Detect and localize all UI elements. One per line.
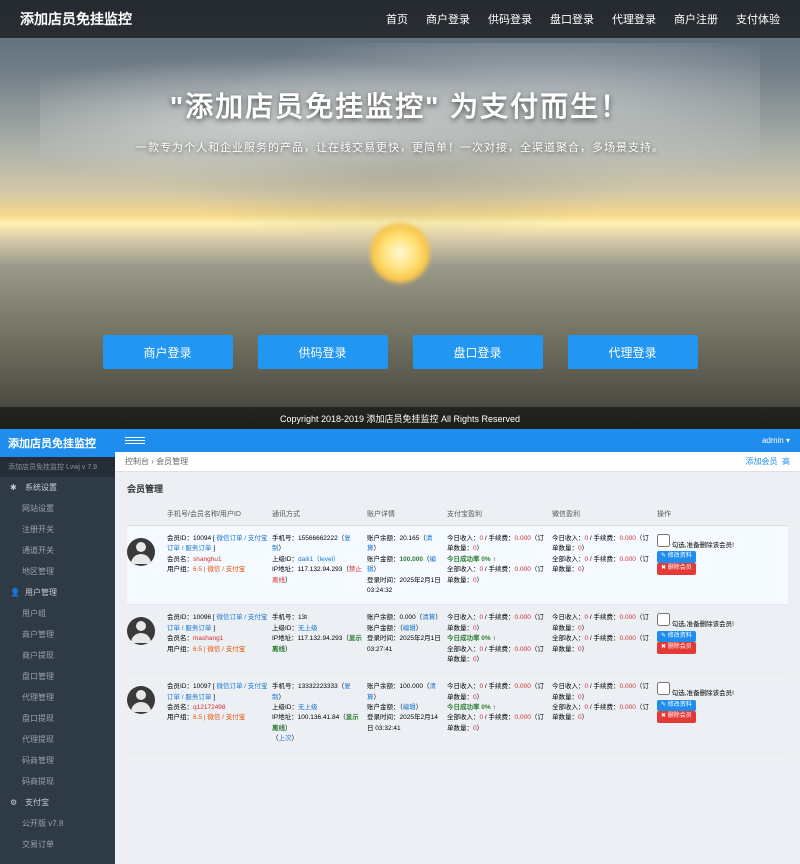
th-phone: 手机号/会员名称/用户ID — [167, 509, 272, 519]
table-row: 会员ID：10094 [ 微信订单 / 支付宝订单 / 服务订单 ] 会员名：s… — [127, 526, 788, 605]
main-area: admin ▾ 控制台 › 会员管理 添加会员 高 会员管理 手机号/会员名称/… — [115, 429, 800, 864]
avatar — [127, 686, 155, 714]
delete-button[interactable]: ✖ 删除会员 — [657, 711, 696, 723]
delete-checkbox[interactable] — [657, 613, 670, 626]
menu-register-toggle[interactable]: 注册开关 — [0, 519, 115, 540]
menu-public-v78[interactable]: 公开版 v7.8 — [0, 813, 115, 834]
delete-button[interactable]: ✖ 删除会员 — [657, 642, 696, 654]
nav-home[interactable]: 首页 — [386, 11, 408, 27]
topbar: admin ▾ — [115, 429, 800, 452]
breadcrumb: 控制台 › 会员管理 添加会员 高 — [115, 452, 800, 472]
nav-register[interactable]: 商户注册 — [674, 11, 718, 27]
nav-menu: 首页 商户登录 供码登录 盘口登录 代理登录 商户注册 支付体验 — [386, 11, 780, 27]
modify-button[interactable]: ✎ 修改资料 — [657, 551, 696, 563]
add-member-link[interactable]: 添加会员 高 — [746, 456, 790, 467]
menu-agent-manage[interactable]: 代理管理 — [0, 687, 115, 708]
delete-button[interactable]: ✖ 删除会员 — [657, 563, 696, 575]
table-row: 会员ID：10096 [ 微信订单 / 支付宝订单 / 服务订单 ] 会员名：m… — [127, 605, 788, 674]
hero-text: "添加店员免挂监控" 为支付而生！ 一款专为个人和企业服务的产品，让在线交易更快… — [0, 85, 800, 155]
crumb-current: 会员管理 — [156, 456, 188, 467]
nav-merchant-login[interactable]: 商户登录 — [426, 11, 470, 27]
btn-pankou-login[interactable]: 盘口登录 — [413, 335, 543, 369]
hamburger-icon[interactable] — [125, 437, 145, 444]
menu-user-manage[interactable]: 👤用户管理 — [0, 582, 115, 603]
avatar — [127, 617, 155, 645]
th-alipay: 支付宝盈利 — [447, 509, 552, 519]
user-icon: 👤 — [10, 588, 20, 597]
btn-agent-login[interactable]: 代理登录 — [568, 335, 698, 369]
admin-panel: 添加店员免挂监控 添加店员免挂监控 Lvwj v 7.9 ✱系统设置 网站设置 … — [0, 429, 800, 864]
panel-title: 会员管理 — [127, 482, 788, 495]
sidebar-user: 添加店员免挂监控 Lvwj v 7.9 — [0, 457, 115, 477]
menu-mashang-manage[interactable]: 码商管理 — [0, 750, 115, 771]
menu-site-settings[interactable]: 网站设置 — [0, 498, 115, 519]
crumb-home[interactable]: 控制台 — [125, 456, 149, 467]
menu-agent-withdraw[interactable]: 代理提现 — [0, 729, 115, 750]
modify-button[interactable]: ✎ 修改资料 — [657, 700, 696, 712]
cta-buttons: 商户登录 供码登录 盘口登录 代理登录 — [0, 335, 800, 369]
hero-subtitle: 一款专为个人和企业服务的产品，让在线交易更快，更简单！一次对接，全渠道聚合，多场… — [0, 139, 800, 155]
th-wechat: 微信盈利 — [552, 509, 657, 519]
avatar — [127, 538, 155, 566]
th-action: 操作 — [657, 509, 772, 519]
menu-region[interactable]: 地区管理 — [0, 561, 115, 582]
nav-agent-login[interactable]: 代理登录 — [612, 11, 656, 27]
content: 会员管理 手机号/会员名称/用户ID 通讯方式 账户详情 支付宝盈利 微信盈利 … — [115, 472, 800, 764]
gear-icon: ⚙ — [10, 798, 20, 807]
menu-user-group[interactable]: 用户组 — [0, 603, 115, 624]
btn-merchant-login[interactable]: 商户登录 — [103, 335, 233, 369]
modify-button[interactable]: ✎ 修改资料 — [657, 631, 696, 643]
topbar-user[interactable]: admin — [762, 436, 784, 445]
menu-channel-toggle[interactable]: 通道开关 — [0, 540, 115, 561]
sun-decoration — [370, 223, 430, 283]
delete-checkbox[interactable] — [657, 534, 670, 547]
delete-checkbox[interactable] — [657, 682, 670, 695]
menu-system-settings[interactable]: ✱系统设置 — [0, 477, 115, 498]
nav-pankou-login[interactable]: 盘口登录 — [550, 11, 594, 27]
table-head: 手机号/会员名称/用户ID 通讯方式 账户详情 支付宝盈利 微信盈利 操作 — [127, 503, 788, 526]
landing-hero: 添加店员免挂监控 首页 商户登录 供码登录 盘口登录 代理登录 商户注册 支付体… — [0, 0, 800, 429]
top-nav: 添加店员免挂监控 首页 商户登录 供码登录 盘口登录 代理登录 商户注册 支付体… — [0, 0, 800, 38]
menu-alipay[interactable]: ⚙支付宝 — [0, 792, 115, 813]
btn-supply-login[interactable]: 供码登录 — [258, 335, 388, 369]
menu-merchant-manage[interactable]: 商户管理 — [0, 624, 115, 645]
menu-pankou-manage[interactable]: 盘口管理 — [0, 666, 115, 687]
sidebar-brand: 添加店员免挂监控 — [0, 429, 115, 457]
cog-icon: ✱ — [10, 483, 20, 492]
menu-trade-orders[interactable]: 交易订单 — [0, 834, 115, 855]
hero-title: "添加店员免挂监控" 为支付而生！ — [0, 85, 800, 125]
nav-pay-demo[interactable]: 支付体验 — [736, 11, 780, 27]
copyright: Copyright 2018-2019 添加店员免挂监控 All Rights … — [0, 407, 800, 429]
menu-merchant-withdraw[interactable]: 商户提现 — [0, 645, 115, 666]
nav-supply-login[interactable]: 供码登录 — [488, 11, 532, 27]
table-row: 会员ID：10097 [ 微信订单 / 支付宝订单 / 服务订单 ] 会员名：q… — [127, 674, 788, 753]
th-account: 账户详情 — [367, 509, 447, 519]
sidebar: 添加店员免挂监控 添加店员免挂监控 Lvwj v 7.9 ✱系统设置 网站设置 … — [0, 429, 115, 864]
site-title: 添加店员免挂监控 — [20, 9, 132, 29]
menu-mashang-withdraw[interactable]: 码商提现 — [0, 771, 115, 792]
th-comm: 通讯方式 — [272, 509, 367, 519]
menu-pankou-withdraw[interactable]: 盘口提现 — [0, 708, 115, 729]
